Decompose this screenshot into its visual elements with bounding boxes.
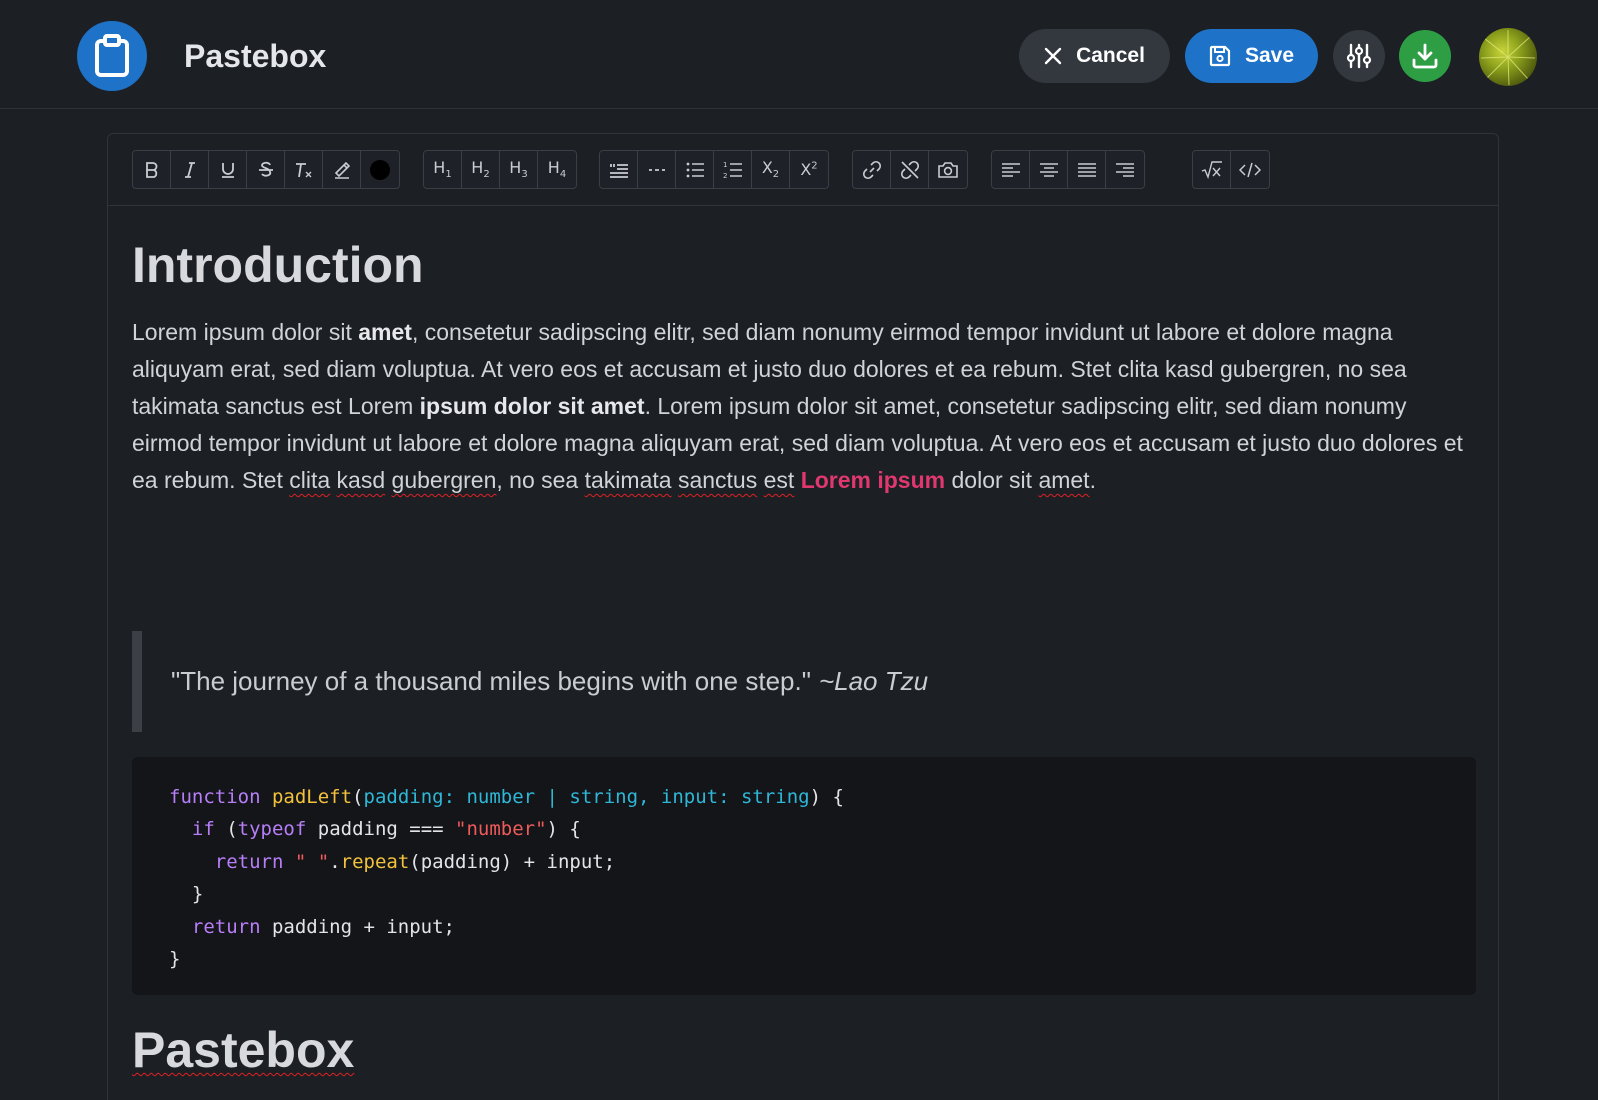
camera-icon[interactable]: [929, 151, 967, 188]
italic-icon[interactable]: [171, 151, 209, 188]
bullet-list-icon[interactable]: [676, 151, 714, 188]
heading-pastebox: Pastebox: [132, 1022, 355, 1078]
subscript-icon[interactable]: X2: [752, 151, 790, 188]
ordered-list-icon[interactable]: 12: [714, 151, 752, 188]
paragraph: Lorem ipsum dolor sit amet, consetetur s…: [132, 319, 1463, 493]
strikethrough-icon[interactable]: [247, 151, 285, 188]
heading-1-icon[interactable]: H1: [424, 151, 462, 188]
clear-format-icon[interactable]: [285, 151, 323, 188]
headings-group: H1 H2 H3 H4: [423, 150, 577, 189]
superscript-icon[interactable]: X2: [790, 151, 828, 188]
link-icon[interactable]: [853, 151, 891, 188]
code-block: function padLeft(padding: number | strin…: [132, 757, 1476, 995]
align-justify-icon[interactable]: [1068, 151, 1106, 188]
align-left-icon[interactable]: [992, 151, 1030, 188]
floppy-disk-icon: [1209, 45, 1231, 67]
editor: H1 H2 H3 H4 12 X2 X2 Introduction Lorem …: [107, 133, 1499, 1100]
align-group: [991, 150, 1145, 189]
avatar[interactable]: [1479, 28, 1537, 86]
heading-introduction: Introduction: [132, 237, 424, 293]
insert-group: [1192, 150, 1270, 189]
editor-toolbar: H1 H2 H3 H4 12 X2 X2: [108, 134, 1498, 206]
app-title: Pastebox: [184, 38, 327, 74]
sliders-icon: [1346, 43, 1372, 69]
app-header: Pastebox Cancel Save: [0, 0, 1598, 109]
svg-text:2: 2: [723, 172, 727, 180]
unlink-icon[interactable]: [891, 151, 929, 188]
math-icon[interactable]: [1193, 151, 1231, 188]
heading-3-icon[interactable]: H3: [500, 151, 538, 188]
align-right-icon[interactable]: [1106, 151, 1144, 188]
underline-icon[interactable]: [209, 151, 247, 188]
close-icon: [1044, 47, 1062, 65]
heading-2-icon[interactable]: H2: [462, 151, 500, 188]
save-button[interactable]: Save: [1185, 29, 1318, 83]
links-group: [852, 150, 968, 189]
settings-button[interactable]: [1333, 30, 1385, 82]
save-label: Save: [1244, 44, 1295, 67]
quote-text: "The journey of a thousand miles begins …: [171, 666, 811, 696]
highlight-icon[interactable]: [323, 151, 361, 188]
align-center-icon[interactable]: [1030, 151, 1068, 188]
blockquote: "The journey of a thousand miles begins …: [132, 631, 1476, 732]
blockquote-icon[interactable]: [600, 151, 638, 188]
clipboard-icon[interactable]: [77, 21, 147, 91]
download-icon: [1412, 43, 1438, 69]
highlighted-text: Lorem ipsum: [800, 467, 946, 493]
text-color-icon[interactable]: [361, 151, 399, 188]
cancel-button[interactable]: Cancel: [1019, 29, 1170, 83]
cancel-label: Cancel: [1076, 44, 1145, 67]
quote-author: ~Lao Tzu: [818, 666, 929, 696]
format-group: [132, 150, 400, 189]
blocks-group: 12 X2 X2: [599, 150, 829, 189]
download-button[interactable]: [1399, 30, 1451, 82]
svg-text:1: 1: [723, 161, 727, 169]
horizontal-rule-icon[interactable]: [638, 151, 676, 188]
heading-4-icon[interactable]: H4: [538, 151, 576, 188]
bold-icon[interactable]: [133, 151, 171, 188]
code-icon[interactable]: [1231, 151, 1269, 188]
